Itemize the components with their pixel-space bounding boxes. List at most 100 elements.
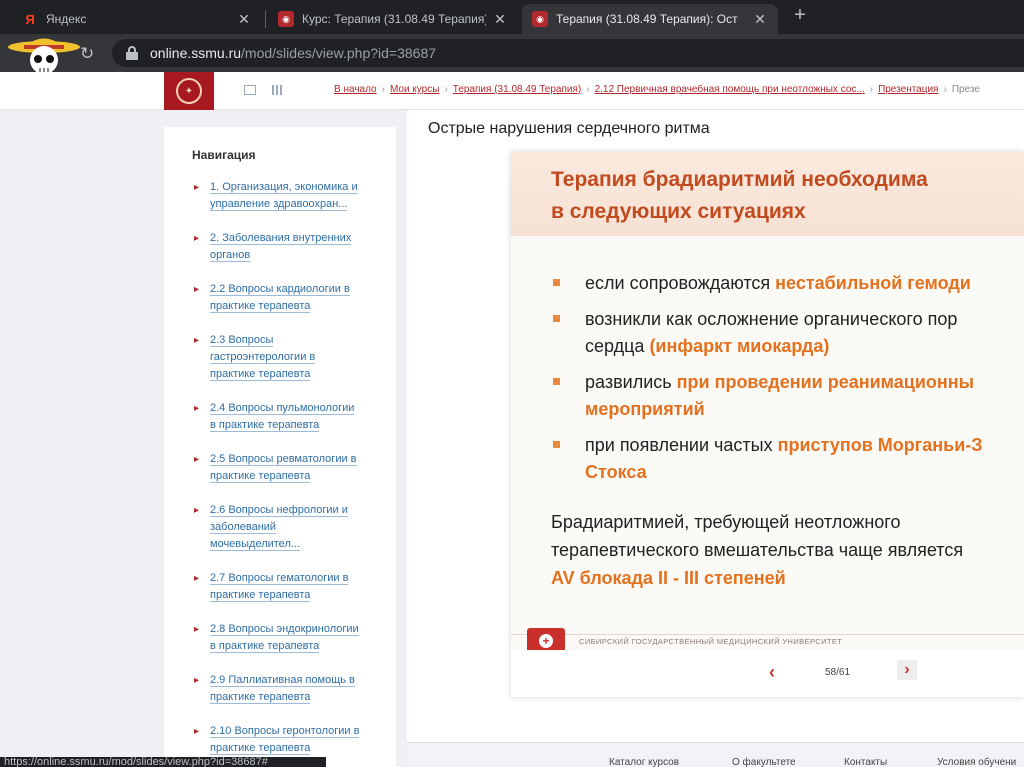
breadcrumb-separator: ›: [869, 84, 874, 95]
slide-bullet-highlight: Стокса: [585, 462, 647, 482]
slide-heading-line: в следующих ситуациях: [551, 200, 806, 223]
tab-title: Терапия (31.08.49 Терапия): Ост: [556, 12, 738, 26]
reload-icon[interactable]: ↻: [80, 44, 94, 64]
slide-bullet-highlight: мероприятий: [585, 399, 705, 419]
nav-item[interactable]: 2.8 Вопросы эндокринологии в практике тер…: [192, 621, 392, 655]
close-icon[interactable]: ✕: [752, 11, 768, 28]
slide-footer-text: Сибирский государственный медицинский ун…: [579, 637, 843, 646]
nav-item[interactable]: 2.3 Вопросы гастроэнтерологии в практике т…: [192, 332, 392, 383]
main-content: Острые нарушения сердечного ритма Терапи…: [407, 110, 1024, 767]
slide-bullet: при появлении частых приступов Морганьи-…: [551, 432, 1024, 486]
new-tab-icon[interactable]: +: [790, 5, 810, 26]
slide-paragraph-highlight: AV блокада II - III степеней: [551, 568, 786, 588]
nav-item-label: 2.4 Вопросы пульмонологии: [210, 402, 355, 415]
slide-viewer: Терапия брадиаритмий необходима в следую…: [511, 152, 1024, 697]
footer-link-terms[interactable]: Условия обучени: [937, 757, 1016, 767]
yandex-icon: Я: [25, 11, 35, 27]
nav-item[interactable]: 1. Организация, экономика и управление зд…: [192, 179, 392, 213]
browser-tab-strip: Я Яндекс ✕ ◉ Курс: Терапия (31.08.49 Тер…: [0, 0, 1024, 34]
lock-icon: [126, 46, 138, 60]
nav-item[interactable]: 2.9 Паллиативная помощь в практике терапе…: [192, 672, 392, 706]
nav-item-label: заболеваний: [210, 521, 277, 534]
footer-link-about[interactable]: О факультете: [732, 757, 796, 767]
slide-bullet-highlight: нестабильной гемоди: [775, 273, 971, 293]
navigation-block: Навигация 1. Организация, экономика и упр…: [164, 127, 396, 767]
nav-item-label: практике терапевта: [210, 742, 311, 755]
slide-footer-line: [511, 634, 1024, 635]
breadcrumb-item[interactable]: В начало: [334, 84, 377, 95]
nav-item[interactable]: 2.6 Вопросы нефрологии и заболеваний мочев…: [192, 502, 392, 553]
slide-bullets: если сопровождаются нестабильной гемоди в…: [551, 270, 1024, 495]
nav-item-label: гастроэнтерологии в: [210, 351, 316, 364]
nav-item-label: 2.2 Вопросы кардиологии в: [210, 283, 350, 296]
breadcrumb: В начало › Мои курсы › Терапия (31.08.49 Тер…: [334, 84, 980, 95]
medkit-icon: +: [527, 628, 565, 650]
slide-paragraph-line: терапевтического вмешательства чаще явля…: [551, 540, 964, 560]
slide-bullet: возникли как осложнение органического по…: [551, 306, 1024, 360]
nav-item-label: 2. Заболевания внутренних: [210, 232, 352, 245]
nav-item-label: 2.3 Вопросы: [210, 334, 274, 347]
page-gutter: [0, 110, 164, 767]
nav-item-label: 2.5 Вопросы ревматологии в: [210, 453, 357, 466]
tab-separator: [265, 10, 266, 28]
nav-item-label: практике терапевта: [210, 300, 311, 313]
slide-bullet-highlight: (инфаркт миокарда): [649, 336, 830, 356]
close-icon[interactable]: ✕: [492, 11, 508, 28]
breadcrumb-separator: ›: [586, 84, 590, 95]
nav-item-label: органов: [210, 249, 251, 262]
nav-item-label: управление здравоохран...: [210, 198, 348, 211]
slide-bullet-text: развились: [585, 372, 677, 392]
slide-bullet-text: сердца: [585, 336, 650, 356]
slide-bullet-highlight: приступов Морганьи-З: [777, 435, 983, 455]
slide-heading-line: Терапия брадиаритмий необходима: [551, 168, 928, 191]
nav-item-label: 2.7 Вопросы гематологии в: [210, 572, 349, 585]
calendar-icon[interactable]: [272, 85, 284, 95]
nav-item-label: практике терапевта: [210, 691, 311, 704]
slide-bullet-highlight: при проведении реанимационны: [676, 372, 975, 392]
breadcrumb-item[interactable]: Презентация: [878, 84, 938, 95]
navigation-list: 1. Организация, экономика и управление зд…: [192, 179, 392, 767]
nav-item-label: практике терапевта: [210, 368, 311, 381]
tab-course[interactable]: ◉ Курс: Терапия (31.08.49 Терапия) ✕: [268, 4, 518, 34]
nav-item[interactable]: 2.2 Вопросы кардиологии в практике терапе…: [192, 281, 392, 315]
university-seal-icon: ✦: [176, 78, 202, 104]
skull-hat-icon: [8, 38, 80, 74]
nav-item-label: 1. Организация, экономика и: [210, 181, 358, 194]
next-slide-button[interactable]: ›: [897, 660, 917, 680]
footer-link-catalog[interactable]: Каталог курсов: [609, 757, 679, 767]
footer-link-contacts[interactable]: Контакты: [844, 757, 887, 767]
nav-item[interactable]: 2.4 Вопросы пульмонологии в практике тера…: [192, 400, 392, 434]
breadcrumb-separator: ›: [381, 84, 385, 95]
web-page: ✦ В начало › Мои курсы › Терапия (31.08.49 Т…: [0, 72, 1024, 767]
nav-item-label: мочевыделител...: [210, 538, 301, 551]
nav-item[interactable]: 2.10 Вопросы геронтологии в практике тера…: [192, 723, 392, 757]
tab-presentation[interactable]: ◉ Терапия (31.08.49 Терапия): Ост ✕: [522, 4, 778, 34]
slide-bullet: развились при проведении реанимационны ме…: [551, 369, 1024, 423]
address-bar[interactable]: online.ssmu.ru/mod/slides/view.php?id=38…: [112, 39, 1024, 67]
breadcrumb-item[interactable]: Терапия (31.08.49 Терапия): [453, 84, 581, 95]
breadcrumb-item[interactable]: 2.12 Первичная врачебная помощь при неот…: [595, 84, 865, 95]
university-seal-icon: ◉: [532, 11, 548, 27]
slide-paragraph: Брадиаритмией, требующей неотложного тер…: [551, 508, 963, 592]
breadcrumb-item[interactable]: Мои курсы: [390, 84, 440, 95]
nav-item[interactable]: 2.7 Вопросы гематологии в практике терапе…: [192, 570, 392, 604]
nav-item-label: 2.6 Вопросы нефрологии и: [210, 504, 348, 517]
university-seal-icon: ◉: [278, 11, 294, 27]
tab-title: Курс: Терапия (31.08.49 Терапия): [302, 12, 486, 26]
breadcrumb-item: Презе: [951, 84, 980, 95]
tab-yandex[interactable]: Я Яндекс ✕: [12, 4, 262, 34]
nav-item-label: в практике терапевта: [210, 640, 320, 653]
mail-icon[interactable]: [244, 85, 256, 95]
slide-paragraph-line: Брадиаритмией, требующей неотложного: [551, 512, 901, 532]
prev-slide-button[interactable]: ‹: [769, 662, 775, 683]
nav-item[interactable]: 2. Заболевания внутренних органов: [192, 230, 392, 264]
slide-footer: + Сибирский государственный медицинский …: [511, 620, 1024, 650]
slide-bullet: если сопровождаются нестабильной гемоди: [551, 270, 1024, 297]
site-logo[interactable]: ✦: [164, 72, 214, 110]
close-icon[interactable]: ✕: [236, 11, 252, 28]
site-footer: Каталог курсов О факультете Контакты Усл…: [407, 742, 1024, 767]
address-url: online.ssmu.ru/mod/slides/view.php?id=38…: [150, 45, 437, 61]
nav-item[interactable]: 2.5 Вопросы ревматологии в практике терап…: [192, 451, 392, 485]
nav-item-label: 2.8 Вопросы эндокринологии: [210, 623, 359, 636]
nav-item-label: в практике терапевта: [210, 419, 320, 432]
